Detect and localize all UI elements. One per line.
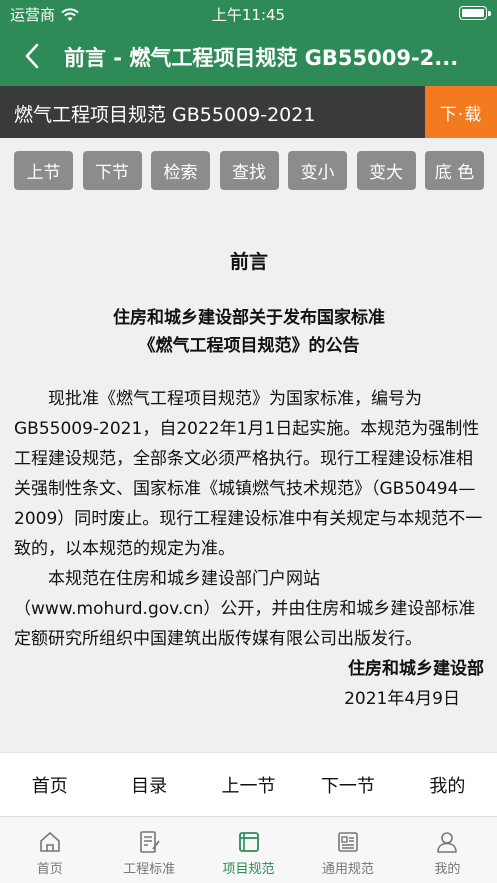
quick-nav-next-section[interactable]: 下一节 <box>298 753 397 816</box>
tab-label: 首页 <box>36 862 63 877</box>
document-header: 燃气工程项目规范 GB55009-2021 下·载 <box>0 86 497 138</box>
nav-bar: 前言 - 燃气工程项目规范 GB55009-2... <box>0 26 497 86</box>
tab-general-codes[interactable]: 通用规范 <box>298 817 397 883</box>
tab-label: 通用规范 <box>321 862 374 877</box>
paragraph: 本规范在住房和城乡建设部门户网站（www.mohurd.gov.cn）公开，并由… <box>14 569 476 649</box>
quick-nav-bar: 首页 目录 上一节 下一节 我的 <box>0 752 497 816</box>
background-color-button[interactable]: 底 色 <box>425 151 484 190</box>
tab-label: 工程标准 <box>123 862 176 877</box>
quick-nav-contents[interactable]: 目录 <box>99 753 198 816</box>
status-bar: 运营商 上午11:45 <box>0 0 497 26</box>
prev-section-button[interactable]: 上节 <box>14 151 73 190</box>
font-smaller-button[interactable]: 变小 <box>288 151 347 190</box>
home-icon <box>39 832 60 852</box>
document-edit-icon <box>140 831 160 853</box>
quick-nav-home[interactable]: 首页 <box>0 753 99 816</box>
announcement-title-line1: 住房和城乡建设部关于发布国家标准 <box>113 308 385 328</box>
font-larger-button[interactable]: 变大 <box>356 151 416 190</box>
status-time: 上午11:45 <box>211 6 286 24</box>
announcement-title-line2: 《燃气工程项目规范》的公告 <box>138 336 360 356</box>
reader-toolbar: 上节 下节 检索 查找 变小 变大 底 色 <box>14 151 484 191</box>
search-button[interactable]: 检索 <box>151 151 210 190</box>
download-button[interactable]: 下·载 <box>425 86 497 138</box>
tab-bar: 首页 工程标准 项目规范 通用规范 我的 <box>0 816 497 883</box>
next-section-button[interactable]: 下节 <box>82 151 142 190</box>
quick-nav-mine[interactable]: 我的 <box>398 753 497 816</box>
back-button[interactable] <box>14 38 50 74</box>
document-content[interactable]: 前言 住房和城乡建设部关于发布国家标准 《燃气工程项目规范》的公告 现批准《燃气… <box>14 236 484 750</box>
tab-label: 项目规范 <box>222 862 275 877</box>
page-title: 前言 - 燃气工程项目规范 GB55009-2... <box>64 46 459 70</box>
tab-engineering-standards[interactable]: 工程标准 <box>99 817 198 883</box>
signature-date: 2021年4月9日 <box>344 689 460 709</box>
book-icon <box>238 832 259 852</box>
user-icon <box>437 832 458 853</box>
section-heading: 前言 <box>229 251 268 273</box>
news-icon <box>338 832 358 852</box>
battery-icon <box>459 6 491 20</box>
find-button[interactable]: 查找 <box>219 151 279 190</box>
document-title: 燃气工程项目规范 GB55009-2021 <box>14 104 316 126</box>
tab-home[interactable]: 首页 <box>0 817 99 883</box>
tab-label: 我的 <box>434 862 461 877</box>
quick-nav-prev-section[interactable]: 上一节 <box>199 753 298 816</box>
paragraph: 现批准《燃气工程项目规范》为国家标准，编号为GB55009-2021，自2022… <box>14 389 483 559</box>
signature: 住房和城乡建设部 <box>348 659 484 679</box>
chevron-left-icon <box>25 43 39 69</box>
tab-project-codes[interactable]: 项目规范 <box>199 817 298 883</box>
tab-mine[interactable]: 我的 <box>398 817 497 883</box>
